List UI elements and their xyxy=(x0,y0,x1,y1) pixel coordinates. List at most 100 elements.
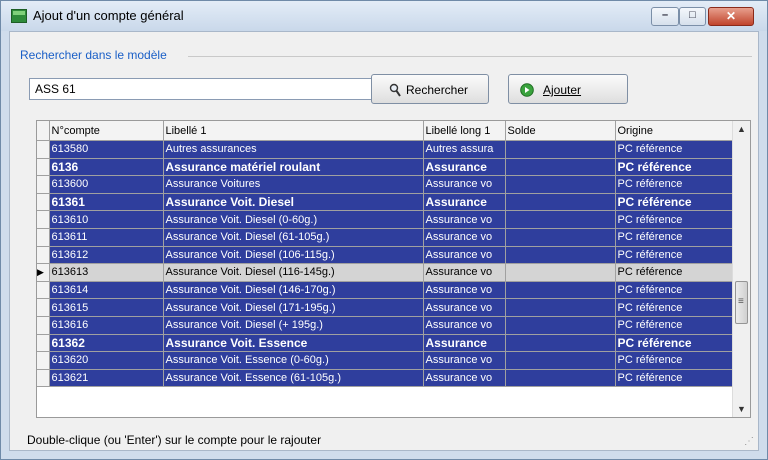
minimize-icon: – xyxy=(661,9,669,21)
cell-libelle-long: Assurance vo xyxy=(423,228,506,247)
cell-libelle: Assurance Voit. Diesel (+ 195g.) xyxy=(163,316,424,335)
row-selector[interactable] xyxy=(37,210,50,229)
column-header-solde[interactable]: Solde xyxy=(505,121,616,141)
cell-libelle-long: Assurance xyxy=(423,158,506,177)
search-input[interactable] xyxy=(29,78,374,100)
search-button[interactable]: Rechercher xyxy=(371,74,489,104)
window-title: Ajout d'un compte général xyxy=(33,8,184,23)
table-row[interactable]: 613620 Assurance Voit. Essence (0-60g.) As… xyxy=(37,351,734,370)
table-row[interactable]: 613610 Assurance Voit. Diesel (0-60g.) Ass… xyxy=(37,210,734,229)
cell-libelle: Assurance Voit. Diesel (106-115g.) xyxy=(163,246,424,265)
cell-libelle-long: Assurance xyxy=(423,334,506,353)
cell-solde xyxy=(505,210,616,229)
maximize-icon: □ xyxy=(689,9,696,21)
cell-numero: 613620 xyxy=(49,351,164,370)
cell-numero: 613621 xyxy=(49,369,164,388)
scrollbar-thumb[interactable] xyxy=(735,281,748,324)
cell-solde xyxy=(505,140,616,159)
accounts-table: N°compte Libellé 1 Libellé long 1 Solde … xyxy=(37,121,734,388)
dialog-window: Ajout d'un compte général – □ ✕ Recherch… xyxy=(0,0,768,460)
table-row[interactable]: 6136 Assurance matériel roulant Assurance P… xyxy=(37,158,734,177)
cell-libelle: Assurance Voit. Essence (61-105g.) xyxy=(163,369,424,388)
table-row[interactable]: 61361 Assurance Voit. Diesel Assurance PC r… xyxy=(37,193,734,212)
table-row[interactable]: 613615 Assurance Voit. Diesel (171-195g.)… xyxy=(37,298,734,317)
row-selector[interactable] xyxy=(37,351,50,370)
cell-solde xyxy=(505,158,616,177)
title-bar[interactable]: Ajout d'un compte général – □ ✕ xyxy=(1,1,767,31)
row-selector-header xyxy=(37,121,50,141)
resize-grip-icon[interactable]: ⋰ xyxy=(744,436,754,447)
groupbox-divider xyxy=(188,56,752,57)
cell-origine: PC référence xyxy=(615,298,734,317)
table-row[interactable]: 613600 Assurance Voitures Assurance vo PC r… xyxy=(37,175,734,194)
table-row[interactable]: 613612 Assurance Voit. Diesel (106-115g.)… xyxy=(37,246,734,265)
column-header-libelle[interactable]: Libellé 1 xyxy=(163,121,424,141)
groupbox-label: Rechercher dans le modèle xyxy=(20,48,171,62)
cell-libelle-long: Autres assura xyxy=(423,140,506,159)
row-selector[interactable] xyxy=(37,140,50,159)
cell-libelle: Assurance Voit. Diesel (116-145g.) xyxy=(163,263,424,282)
table-row[interactable]: 61362 Assurance Voit. Essence Assurance PC … xyxy=(37,334,734,353)
cell-libelle: Assurance Voit. Diesel (61-105g.) xyxy=(163,228,424,247)
cell-libelle-long: Assurance vo xyxy=(423,210,506,229)
cell-numero: 613616 xyxy=(49,316,164,335)
cell-solde xyxy=(505,281,616,300)
cell-origine: PC référence xyxy=(615,334,734,353)
cell-libelle-long: Assurance vo xyxy=(423,351,506,370)
cell-origine: PC référence xyxy=(615,263,734,282)
cell-origine: PC référence xyxy=(615,193,734,212)
table-row[interactable]: 613621 Assurance Voit. Essence (61-105g.)… xyxy=(37,369,734,388)
cell-numero: 613611 xyxy=(49,228,164,247)
cell-libelle-long: Assurance vo xyxy=(423,175,506,194)
scroll-up-icon[interactable]: ▲ xyxy=(733,124,750,134)
cell-numero: 6136 xyxy=(49,158,164,177)
table-row[interactable]: 613616 Assurance Voit. Diesel (+ 195g.) As… xyxy=(37,316,734,335)
row-selector[interactable] xyxy=(37,158,50,177)
cell-solde xyxy=(505,351,616,370)
row-selector[interactable] xyxy=(37,193,50,212)
row-selector[interactable] xyxy=(37,316,50,335)
table-row[interactable]: 613614 Assurance Voit. Diesel (146-170g.)… xyxy=(37,281,734,300)
cell-numero: 613612 xyxy=(49,246,164,265)
minimize-button[interactable]: – xyxy=(651,7,679,26)
cell-libelle-long: Assurance vo xyxy=(423,281,506,300)
column-header-numero[interactable]: N°compte xyxy=(49,121,164,141)
cell-origine: PC référence xyxy=(615,281,734,300)
cell-origine: PC référence xyxy=(615,158,734,177)
cell-numero: 613613 xyxy=(49,263,164,282)
cell-origine: PC référence xyxy=(615,175,734,194)
row-selector[interactable] xyxy=(37,298,50,317)
cell-solde xyxy=(505,316,616,335)
search-button-label: Rechercher xyxy=(406,83,469,97)
add-button[interactable]: Ajouter xyxy=(508,74,628,104)
table-row[interactable]: 613580 Autres assurances Autres assura PC r… xyxy=(37,140,734,159)
scroll-down-icon[interactable]: ▼ xyxy=(733,404,750,414)
row-selector[interactable] xyxy=(37,175,50,194)
cell-numero: 613580 xyxy=(49,140,164,159)
cell-numero: 613600 xyxy=(49,175,164,194)
accounts-grid[interactable]: N°compte Libellé 1 Libellé long 1 Solde … xyxy=(36,120,751,418)
table-row[interactable]: 613611 Assurance Voit. Diesel (61-105g.) A… xyxy=(37,228,734,247)
cell-libelle-long: Assurance xyxy=(423,193,506,212)
column-header-libelle-long[interactable]: Libellé long 1 xyxy=(423,121,506,141)
cell-solde xyxy=(505,298,616,317)
cell-solde xyxy=(505,228,616,247)
row-selector[interactable] xyxy=(37,369,50,388)
column-header-origine[interactable]: Origine xyxy=(615,121,734,141)
cell-libelle-long: Assurance vo xyxy=(423,369,506,388)
add-circle-icon xyxy=(520,83,534,100)
cell-numero: 613610 xyxy=(49,210,164,229)
app-icon xyxy=(11,9,27,23)
table-row[interactable]: ▶ 613613 Assurance Voit. Diesel (116-145g.… xyxy=(37,263,734,282)
maximize-button[interactable]: □ xyxy=(679,7,706,26)
vertical-scrollbar[interactable]: ▲ ▼ xyxy=(732,121,750,417)
cell-solde xyxy=(505,334,616,353)
row-selector[interactable] xyxy=(37,281,50,300)
row-selector[interactable] xyxy=(37,228,50,247)
current-row-marker-icon[interactable]: ▶ xyxy=(37,263,50,282)
cell-solde xyxy=(505,175,616,194)
row-selector[interactable] xyxy=(37,246,50,265)
cell-libelle-long: Assurance vo xyxy=(423,316,506,335)
row-selector[interactable] xyxy=(37,334,50,353)
close-button[interactable]: ✕ xyxy=(708,7,754,26)
